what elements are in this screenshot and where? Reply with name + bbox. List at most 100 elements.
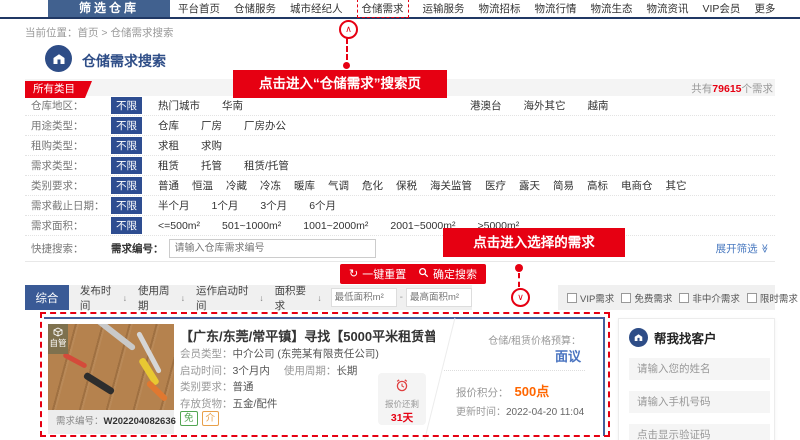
filter-row: 需求截止日期：不限半个月1个月3个月6个月 — [25, 196, 775, 216]
warehouse-icon — [45, 45, 72, 72]
nav-item[interactable]: 平台首页 — [178, 1, 220, 16]
annotation-dashed-line — [518, 273, 520, 287]
filter-option[interactable]: 保税 — [396, 178, 417, 193]
filter-option[interactable]: 华南 — [222, 98, 243, 113]
nav-item[interactable]: 物流资讯 — [647, 1, 689, 16]
filter-option[interactable]: 6个月 — [309, 198, 336, 213]
filter-row: 需求面积：不限<=500m²501~1000m²1001~2000m²2001~… — [25, 216, 775, 236]
nav-item[interactable]: 物流生态 — [591, 1, 633, 16]
breadcrumb: 当前位置：首页 > 仓储需求搜索 — [25, 25, 173, 40]
captcha-button[interactable]: 点击显示验证码 — [629, 424, 770, 440]
filter-option[interactable]: 3个月 — [260, 198, 287, 213]
filter-option[interactable]: 港澳台 — [470, 98, 502, 113]
house-icon — [629, 328, 648, 347]
sort-tabs: 综合 发布时间↓ 使用周期↓ 运作启动时间↓ 面积要求↓ — [25, 283, 322, 313]
nav-item[interactable]: 更多 — [754, 1, 775, 16]
nav-item[interactable]: 物流招标 — [479, 1, 521, 16]
filter-option-selected[interactable]: 不限 — [111, 137, 142, 154]
checkbox-item[interactable]: 免费需求 — [621, 291, 672, 305]
checkbox-icon[interactable] — [621, 293, 631, 303]
max-area-input[interactable] — [406, 288, 472, 307]
min-area-input[interactable] — [331, 288, 397, 307]
nav-item[interactable]: 城市经纪人 — [290, 1, 343, 16]
filter-option[interactable]: 海关监管 — [430, 178, 472, 193]
filter-row-label: 类别要求： — [25, 178, 111, 193]
filter-option[interactable]: 租赁/托管 — [244, 158, 289, 173]
search-button[interactable]: 确定搜索 — [409, 264, 486, 284]
filter-option[interactable]: 租赁 — [158, 158, 179, 173]
filter-option[interactable]: 电商仓 — [621, 178, 653, 193]
sort-tab-label: 综合 — [35, 290, 58, 306]
nav-item[interactable]: 仓储服务 — [234, 1, 276, 16]
sort-tab[interactable]: 使用周期↓ — [138, 283, 185, 313]
filter-option[interactable]: 仓库 — [158, 118, 179, 133]
filter-option[interactable]: 冷冻 — [260, 178, 281, 193]
filter-option[interactable]: 托管 — [201, 158, 222, 173]
filter-row: 需求类型：不限 租赁 托管 租赁/托管 — [25, 156, 775, 176]
demand-code-input[interactable] — [169, 239, 376, 258]
filter-option[interactable]: 危化 — [362, 178, 383, 193]
filter-option[interactable]: 求租 — [158, 138, 179, 153]
filter-option-selected[interactable]: 不限 — [111, 217, 142, 234]
listing-highlight-border — [40, 312, 610, 437]
nav-item[interactable]: 仓储需求 — [357, 0, 409, 18]
filter-row-label: 租购类型： — [25, 138, 111, 153]
area-separator: - — [400, 292, 403, 303]
reset-label: 一键重置 — [362, 266, 406, 282]
filter-option[interactable]: 暖库 — [294, 178, 315, 193]
filter-option[interactable]: 越南 — [588, 98, 609, 113]
filter-option[interactable]: 501~1000m² — [222, 220, 281, 232]
filter-option[interactable]: 厂房办公 — [244, 118, 286, 133]
filter-option-selected[interactable]: 不限 — [111, 157, 142, 174]
demand-filter-checkboxes: VIP需求免费需求非中介需求限时需求 — [558, 285, 775, 310]
filter-option[interactable]: 恒温 — [192, 178, 213, 193]
filter-option-selected[interactable]: 不限 — [111, 177, 142, 194]
filter-option[interactable]: 气调 — [328, 178, 349, 193]
filter-option[interactable]: 海外其它 — [524, 98, 566, 113]
all-categories-tab[interactable]: 所有类目 — [25, 81, 85, 98]
checkbox-item[interactable]: 非中介需求 — [679, 291, 740, 305]
sort-tab[interactable]: 面积要求↓ — [275, 283, 322, 313]
sort-tab[interactable]: 综合 — [25, 285, 69, 310]
checkbox-item[interactable]: 限时需求 — [747, 291, 798, 305]
nav-item[interactable]: VIP会员 — [703, 1, 741, 16]
filter-option[interactable]: 求购 — [201, 138, 222, 153]
checkbox-icon[interactable] — [679, 293, 689, 303]
total-count: 共有79615个需求 — [691, 81, 773, 96]
nav-item[interactable]: 运输服务 — [423, 1, 465, 16]
filter-option[interactable]: 半个月 — [158, 198, 190, 213]
search-label: 确定搜索 — [433, 266, 477, 282]
filter-option[interactable]: 医疗 — [485, 178, 506, 193]
checkbox-icon[interactable] — [567, 293, 577, 303]
filter-option[interactable]: 露天 — [519, 178, 540, 193]
filter-rows: 仓库地区：不限热门城市华南港澳台海外其它越南用途类型：不限仓库厂房厂房办公租购类… — [25, 96, 775, 236]
filter-option[interactable]: <=500m² — [158, 220, 200, 232]
filter-row-label: 需求类型： — [25, 158, 111, 173]
annotation-bottom-label: 点击进入选择的需求 — [443, 228, 625, 257]
filter-option[interactable]: 普通 — [158, 178, 179, 193]
sort-tab[interactable]: 运作启动时间↓ — [196, 283, 264, 313]
filter-option[interactable]: 1001~2000m² — [303, 220, 368, 232]
filter-option[interactable]: 高标 — [587, 178, 608, 193]
filter-option-selected[interactable]: 不限 — [111, 117, 142, 134]
phone-input[interactable] — [629, 391, 770, 413]
checkbox-item[interactable]: VIP需求 — [567, 291, 614, 305]
filter-option[interactable]: 厂房 — [201, 118, 222, 133]
filter-option[interactable]: 1个月 — [212, 198, 239, 213]
filter-option[interactable]: 简易 — [553, 178, 574, 193]
name-input[interactable] — [629, 358, 770, 380]
checkbox-icon[interactable] — [747, 293, 757, 303]
filter-option-selected[interactable]: 不限 — [111, 97, 142, 114]
sort-tab[interactable]: 发布时间↓ — [80, 283, 127, 313]
filter-option[interactable]: 热门城市 — [158, 98, 200, 113]
expand-filter-link[interactable]: 展开筛选≫ — [716, 241, 775, 256]
filter-warehouse-tab[interactable]: 筛选仓库 — [48, 0, 170, 17]
panel-title: 帮我找客户 — [654, 328, 717, 347]
nav-menu: 平台首页仓储服务城市经纪人仓储需求运输服务物流招标物流行情物流生态物流资讯 VIP… — [178, 0, 775, 17]
filter-option[interactable]: 冷藏 — [226, 178, 247, 193]
reset-button[interactable]: ↻ 一键重置 — [340, 264, 415, 284]
nav-item[interactable]: 物流行情 — [535, 1, 577, 16]
filter-option[interactable]: 其它 — [666, 178, 687, 193]
filter-option-selected[interactable]: 不限 — [111, 197, 142, 214]
annotation-dot — [515, 264, 523, 272]
